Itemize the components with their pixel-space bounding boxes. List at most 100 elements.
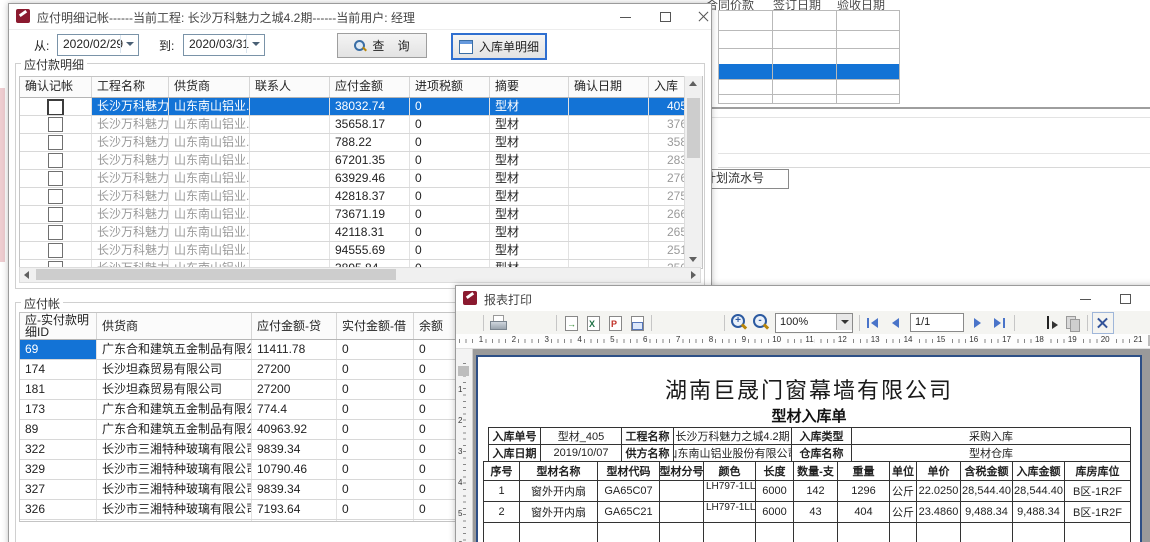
table-cell[interactable] [773, 79, 836, 94]
table-row[interactable]: 长沙万科魅力...山东南山铝业...35658.170型材376 [20, 116, 702, 134]
table-cell[interactable]: 283 [649, 152, 685, 169]
checkbox-cell[interactable] [20, 134, 92, 151]
table-cell[interactable] [719, 29, 773, 48]
table-cell[interactable]: 长沙万科魅力... [92, 224, 169, 241]
close-icon[interactable] [687, 4, 721, 29]
table-cell[interactable]: 山东南山铝业... [169, 98, 250, 115]
table-cell[interactable]: 0 [337, 500, 414, 519]
column-header[interactable]: 摘要 [490, 77, 569, 97]
table-cell[interactable]: 长沙坦森贸易有限公司 [97, 360, 252, 379]
table-cell[interactable]: 774.4 [252, 400, 337, 419]
table-cell[interactable] [837, 64, 899, 79]
checkbox[interactable] [48, 225, 63, 240]
table-cell[interactable]: 276 [649, 170, 685, 187]
checkbox[interactable] [48, 243, 63, 258]
export-pdf-icon[interactable] [605, 313, 625, 333]
print-preview-book-icon[interactable] [510, 313, 530, 333]
horizontal-scrollbar[interactable] [19, 267, 701, 283]
table-cell[interactable] [569, 152, 649, 169]
export-mail-icon[interactable] [627, 313, 647, 333]
table-cell[interactable] [773, 11, 836, 30]
table-row[interactable]: 326长沙市三湘特种玻璃有限公司7193.6400 [20, 500, 462, 520]
table-row[interactable]: 173广东合和建筑五金制品有限公司774.400 [20, 400, 462, 420]
scroll-down-icon[interactable] [689, 257, 697, 262]
checkbox-cell[interactable] [20, 224, 92, 241]
prev-page-icon[interactable] [886, 313, 906, 333]
table-row[interactable]: 329长沙市三湘特种玻璃有限公司10790.4600 [20, 460, 462, 480]
table-cell[interactable]: 0 [337, 400, 414, 419]
table-cell[interactable] [773, 48, 836, 64]
table-cell[interactable]: 0 [410, 206, 490, 223]
print-icon[interactable] [488, 313, 508, 333]
maximize-icon[interactable] [649, 4, 683, 29]
table-cell[interactable]: 0 [410, 188, 490, 205]
table-cell[interactable]: 型材 [490, 242, 569, 259]
table-cell[interactable]: 0 [410, 170, 490, 187]
table-cell[interactable]: 型材 [490, 98, 569, 115]
table-cell[interactable]: 山东南山铝业... [169, 170, 250, 187]
checkbox-cell[interactable] [20, 98, 92, 115]
scroll-left-icon[interactable] [24, 271, 29, 279]
checkbox[interactable] [47, 99, 64, 115]
table-cell[interactable]: 长沙万科魅力... [92, 134, 169, 151]
table-cell[interactable] [569, 242, 649, 259]
column-header[interactable]: 应付金额 [330, 77, 410, 97]
table-cell[interactable] [569, 134, 649, 151]
table-row[interactable]: 长沙万科魅力...山东南山铝业...67201.350型材283 [20, 152, 702, 170]
table-cell[interactable] [719, 11, 773, 30]
table-cell[interactable] [773, 94, 836, 103]
from-date-combo[interactable]: 2020/02/29 [57, 34, 139, 56]
column-header[interactable]: 应付金额-贷 [252, 313, 337, 339]
table-cell[interactable]: 7193.64 [252, 500, 337, 519]
two-page-view-icon[interactable] [656, 313, 676, 333]
table-cell[interactable] [252, 520, 337, 522]
table-cell[interactable]: 长沙市三湘特种玻璃有限公司 [97, 460, 252, 479]
table-row[interactable]: 长沙万科魅力...山东南山铝业...63929.460型材276 [20, 170, 702, 188]
table-cell[interactable]: 型材 [490, 224, 569, 241]
table-cell[interactable] [569, 224, 649, 241]
scrollbar-thumb[interactable] [687, 98, 700, 158]
table-cell[interactable] [837, 48, 899, 64]
table-cell[interactable]: 11411.78 [252, 340, 337, 359]
table-cell[interactable]: 0 [337, 480, 414, 499]
table-cell[interactable]: 山东南山铝业... [169, 188, 250, 205]
table-row[interactable]: 长沙万科魅力...山东南山铝业...42818.370型材275 [20, 188, 702, 206]
table-cell[interactable]: 长沙万科魅力... [92, 242, 169, 259]
table-cell[interactable]: 长沙万科魅力... [92, 206, 169, 223]
table-row[interactable] [718, 29, 900, 49]
one-page-view-icon[interactable] [678, 313, 698, 333]
table-row[interactable] [718, 94, 900, 104]
table-cell[interactable] [250, 116, 330, 133]
table-cell[interactable]: 265 [649, 224, 685, 241]
table-cell[interactable]: 长沙市三湘特种玻璃有限公司 [97, 480, 252, 499]
chevron-down-icon[interactable] [246, 35, 264, 53]
table-cell[interactable]: 181 [20, 380, 97, 399]
table-cell[interactable]: 型材 [490, 170, 569, 187]
table-row[interactable] [718, 64, 900, 80]
table-cell[interactable]: 山东南山铝业... [169, 134, 250, 151]
table-cell[interactable]: 376 [649, 116, 685, 133]
payable-titlebar[interactable]: 应付明细记帐------当前工程: 长沙万科魅力之城4.2期------当前用户… [9, 4, 711, 30]
checkbox[interactable] [48, 207, 63, 222]
table-cell[interactable]: 69 [20, 340, 97, 359]
export-excel-icon[interactable] [583, 313, 603, 333]
table-row[interactable]: 327长沙市三湘特种玻璃有限公司9839.3400 [20, 480, 462, 500]
table-cell[interactable]: 0 [410, 152, 490, 169]
table-cell[interactable]: 38032.74 [330, 98, 410, 115]
table-cell[interactable]: 10790.46 [252, 460, 337, 479]
report-titlebar[interactable]: 报表打印 [456, 286, 1150, 312]
table-cell[interactable]: 长沙万科魅力... [92, 116, 169, 133]
maximize-icon[interactable] [1109, 286, 1143, 311]
checkbox[interactable] [48, 189, 63, 204]
column-header[interactable]: 入库 [649, 77, 685, 97]
export-icon[interactable] [561, 313, 581, 333]
table-cell[interactable] [20, 520, 97, 522]
table-cell[interactable]: 94555.69 [330, 242, 410, 259]
multi-page-view-icon[interactable] [700, 313, 720, 333]
table-cell[interactable] [773, 29, 836, 48]
table-cell[interactable]: 山东南山铝业... [169, 242, 250, 259]
table-cell[interactable] [250, 170, 330, 187]
table-cell[interactable]: 山东南山铝业... [169, 224, 250, 241]
chevron-down-icon[interactable] [120, 35, 138, 53]
inbound-detail-button[interactable]: 入库单明细 [451, 33, 547, 60]
